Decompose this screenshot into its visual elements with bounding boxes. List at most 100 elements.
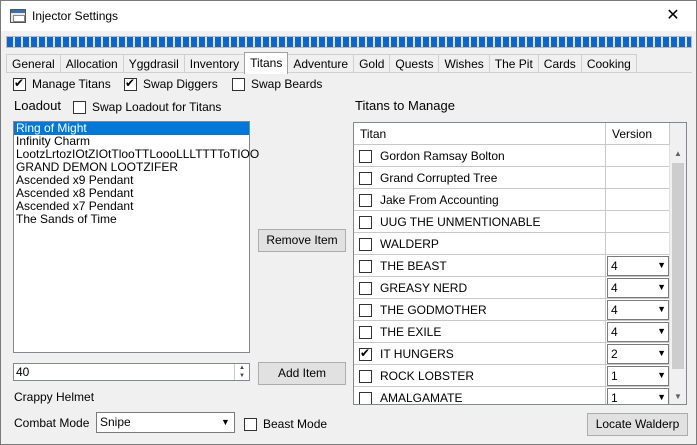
titan-name: THE GODMOTHER <box>380 303 487 317</box>
tab-quests[interactable]: Quests <box>389 54 440 74</box>
swap-loadout-box[interactable] <box>73 100 86 114</box>
scroll-up-icon[interactable]: ▲ <box>670 145 686 162</box>
titan-checkbox[interactable] <box>359 391 372 404</box>
titan-cell: Grand Corrupted Tree <box>354 167 606 189</box>
spinner-buttons: ▲ ▼ <box>234 364 249 380</box>
beast-mode-checkbox[interactable]: Beast Mode <box>244 417 327 431</box>
titan-checkbox[interactable] <box>359 303 372 317</box>
swap-loadout-checkbox[interactable]: Swap Loadout for Titans <box>73 100 221 114</box>
version-select[interactable]: 4 ▼ <box>607 278 669 298</box>
item-id-value[interactable]: 40 <box>16 365 29 379</box>
swap-beards-box[interactable] <box>232 77 245 91</box>
tab-allocation[interactable]: Allocation <box>59 54 124 74</box>
tab-adventure[interactable]: Adventure <box>287 54 355 74</box>
version-select[interactable]: 4 ▼ <box>607 256 669 276</box>
table-row: THE EXILE 4 ▼ <box>354 321 670 343</box>
title-bar[interactable]: Injector Settings ✕ <box>1 1 696 31</box>
chevron-down-icon[interactable]: ▼ <box>657 260 666 270</box>
swap-beards-checkbox[interactable]: Swap Beards <box>232 77 322 91</box>
column-header-version[interactable]: Version <box>606 123 670 145</box>
manage-titans-box[interactable] <box>13 76 26 91</box>
tab-cards[interactable]: Cards <box>537 54 582 74</box>
version-cell[interactable] <box>606 145 670 167</box>
version-cell[interactable] <box>606 189 670 211</box>
tab-general[interactable]: General <box>6 54 61 74</box>
chevron-down-icon[interactable]: ▼ <box>217 413 234 432</box>
version-cell[interactable]: 1 ▼ <box>606 365 670 387</box>
grid-scrollbar[interactable]: ▲ ▼ <box>669 145 686 404</box>
loadout-list-item[interactable]: The Sands of Time <box>14 213 249 226</box>
version-cell[interactable] <box>606 211 670 233</box>
version-select[interactable]: 4 ▼ <box>607 300 669 320</box>
add-item-button[interactable]: Add Item <box>258 362 346 385</box>
version-select[interactable]: 4 ▼ <box>607 322 669 342</box>
version-select[interactable]: 2 ▼ <box>607 344 669 364</box>
version-cell[interactable]: 4 ▼ <box>606 277 670 299</box>
titan-name: WALDERP <box>380 237 439 251</box>
version-cell[interactable]: 4 ▼ <box>606 299 670 321</box>
table-row: THE BEAST 4 ▼ <box>354 255 670 277</box>
chevron-down-icon[interactable]: ▼ <box>657 282 666 292</box>
table-row: IT HUNGERS2▼ <box>354 343 670 365</box>
version-cell[interactable]: 4 ▼ <box>606 255 670 277</box>
titan-checkbox[interactable] <box>359 346 372 361</box>
titan-checkbox[interactable] <box>359 193 372 207</box>
table-row: WALDERP <box>354 233 670 255</box>
scroll-down-icon[interactable]: ▼ <box>670 388 686 404</box>
version-value: 4 <box>611 303 618 317</box>
version-cell[interactable]: 4 ▼ <box>606 321 670 343</box>
titan-name: AMALGAMATE <box>380 391 463 405</box>
titan-checkbox[interactable] <box>359 237 372 251</box>
titan-checkbox[interactable] <box>359 171 372 185</box>
titan-cell: AMALGAMATE <box>354 387 606 405</box>
titan-name: THE EXILE <box>380 325 442 339</box>
swap-diggers-box[interactable] <box>124 76 137 91</box>
tab-wishes[interactable]: Wishes <box>438 54 490 74</box>
titan-checkbox[interactable] <box>359 259 372 273</box>
titan-checkbox[interactable] <box>359 149 372 163</box>
tab-yggdrasil[interactable]: Yggdrasil <box>122 54 185 74</box>
spin-down-icon[interactable]: ▼ <box>235 372 249 380</box>
tab-cooking[interactable]: Cooking <box>580 54 637 74</box>
spin-up-icon[interactable]: ▲ <box>235 364 249 372</box>
chevron-down-icon[interactable]: ▼ <box>657 392 666 402</box>
tab-the-pit[interactable]: The Pit <box>488 54 539 74</box>
swap-diggers-checkbox[interactable]: Swap Diggers <box>124 76 218 91</box>
version-cell[interactable]: 2 ▼ <box>606 343 670 365</box>
remove-item-button[interactable]: Remove Item <box>258 229 346 252</box>
tab-gold[interactable]: Gold <box>353 54 391 74</box>
beast-mode-box[interactable] <box>244 417 257 431</box>
titan-name: Jake From Accounting <box>380 193 499 207</box>
chevron-down-icon[interactable]: ▼ <box>657 326 666 336</box>
scroll-thumb[interactable] <box>672 163 684 369</box>
chevron-down-icon[interactable]: ▼ <box>657 348 666 358</box>
titan-checkbox[interactable] <box>359 281 372 295</box>
tab-inventory[interactable]: Inventory <box>183 54 246 74</box>
version-cell[interactable] <box>606 233 670 255</box>
loadout-listbox[interactable]: Ring of Might Infinity Charm LootzLrtozIOt… <box>13 121 259 353</box>
titan-checkbox[interactable] <box>359 369 372 383</box>
close-icon[interactable]: ✕ <box>650 1 696 31</box>
version-select[interactable]: 1 ▼ <box>607 366 669 386</box>
manage-titans-label: Manage Titans <box>32 77 111 91</box>
titan-checkbox[interactable] <box>359 325 372 339</box>
combat-mode-label: Combat Mode <box>14 416 90 430</box>
locate-walderp-button[interactable]: Locate Walderp <box>587 413 688 436</box>
titan-checkbox[interactable] <box>359 215 372 229</box>
chevron-down-icon[interactable]: ▼ <box>657 370 666 380</box>
manage-titans-checkbox[interactable]: Manage Titans <box>13 76 111 91</box>
titan-name: IT HUNGERS <box>380 347 454 361</box>
tab-strip: General Allocation Yggdrasil Inventory Titan… <box>6 52 637 74</box>
combat-mode-select[interactable]: Snipe ▼ <box>96 412 235 433</box>
version-value: 4 <box>611 281 618 295</box>
item-id-spinner[interactable]: 40 ▲ ▼ <box>13 363 250 381</box>
version-cell[interactable]: 1 ▼ <box>606 387 670 404</box>
version-cell[interactable] <box>606 167 670 189</box>
tab-titans[interactable]: Titans <box>244 52 289 74</box>
titan-cell: ROCK LOBSTER <box>354 365 606 387</box>
column-header-titan[interactable]: Titan <box>354 123 606 145</box>
version-value: 2 <box>611 347 618 361</box>
chevron-down-icon[interactable]: ▼ <box>657 304 666 314</box>
version-value: 4 <box>611 325 618 339</box>
version-select[interactable]: 1 ▼ <box>607 388 669 404</box>
